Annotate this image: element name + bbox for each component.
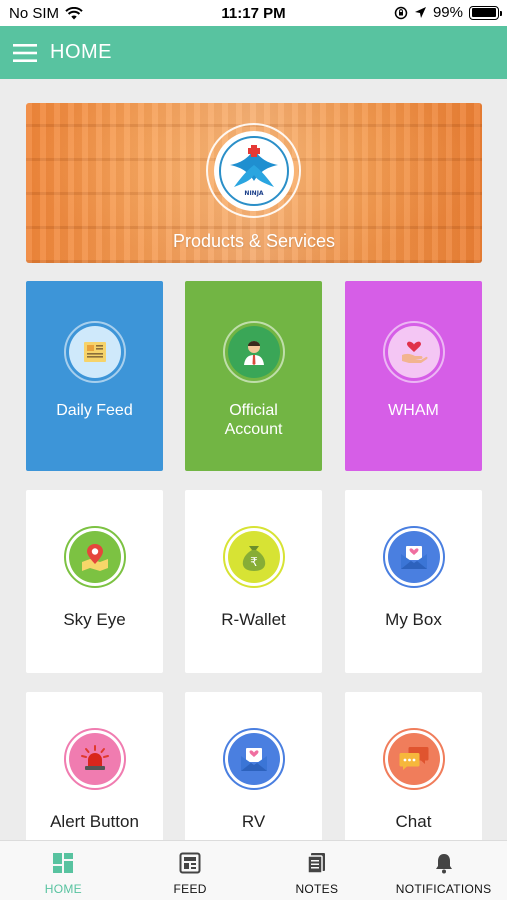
battery-fill <box>471 8 497 17</box>
wham-icon-ring <box>382 321 445 383</box>
home-content: NINJA Products & Services Daily Feed Off… <box>0 79 507 840</box>
daily-feed-icon-ring <box>63 321 126 383</box>
logo-text: NINJA <box>244 190 264 197</box>
nav-notes-label: NOTES <box>295 882 339 896</box>
bottom-navigation: HOME FEED NOTES NOTIFICATIONS <box>0 840 507 900</box>
alert-button-icon-ring <box>63 728 126 790</box>
bell-icon <box>435 854 452 874</box>
newspaper-icon <box>179 852 201 874</box>
nav-feed[interactable]: FEED <box>127 841 254 900</box>
rv-tile[interactable]: RV <box>185 692 322 840</box>
location-arrow-icon <box>414 7 426 18</box>
notes-icon <box>307 853 325 874</box>
r-wallet-label: R-Wallet <box>221 610 286 629</box>
sky-eye-label: Sky Eye <box>63 610 126 629</box>
banner-label: Products & Services <box>172 231 336 251</box>
rotation-lock-icon <box>394 6 408 19</box>
siren-icon <box>68 733 121 785</box>
svg-text:₹: ₹ <box>250 555 258 569</box>
nav-home-label: HOME <box>44 882 82 896</box>
rv-label: RV <box>241 812 266 831</box>
menu-button[interactable] <box>0 26 50 79</box>
heart-hand-icon <box>387 326 440 378</box>
my-box-tile[interactable]: My Box <box>345 490 482 673</box>
my-box-label: My Box <box>385 610 442 629</box>
status-bar: No SIM 11:17 PM 99% <box>0 0 507 26</box>
nav-notifications[interactable]: NOTIFICATIONS <box>380 841 507 900</box>
dashboard-icon <box>53 853 74 873</box>
chat-icon-ring <box>382 728 445 790</box>
alert-button-label: Alert Button <box>50 812 139 831</box>
nav-home[interactable]: HOME <box>0 841 127 900</box>
battery-icon <box>469 5 502 20</box>
banner-logo-ring: NINJA <box>206 123 301 218</box>
daily-feed-tile[interactable]: Daily Feed <box>26 281 163 471</box>
ninja-logo: NINJA <box>213 130 294 211</box>
wham-label: WHAM <box>388 402 439 419</box>
official-account-tile[interactable]: Official Account <box>185 281 322 471</box>
daily-feed-label: Daily Feed <box>56 402 133 419</box>
money-bag-icon: ₹ <box>227 531 280 583</box>
official-account-icon-ring <box>222 321 285 383</box>
products-services-banner[interactable]: NINJA Products & Services <box>26 103 482 263</box>
my-box-icon-ring <box>382 526 445 588</box>
chat-bubbles-icon <box>387 733 440 785</box>
map-pin-icon <box>68 531 121 583</box>
battery-percent: 99% <box>432 4 463 21</box>
chat-label: Chat <box>395 812 432 831</box>
envelope-heart-icon <box>227 733 280 785</box>
chat-tile[interactable]: Chat <box>345 692 482 840</box>
page-title: HOME <box>50 41 112 63</box>
r-wallet-icon-ring: ₹ <box>222 526 285 588</box>
person-icon <box>227 326 280 378</box>
app-bar: HOME <box>0 26 507 79</box>
sky-eye-tile[interactable]: Sky Eye <box>26 490 163 673</box>
sky-eye-icon-ring <box>63 526 126 588</box>
wham-tile[interactable]: WHAM <box>345 281 482 471</box>
official-account-label: Official Account <box>224 402 283 438</box>
ninja-logo-graphic: NINJA <box>218 135 289 206</box>
status-right: 99% <box>394 4 502 21</box>
hamburger-menu-icon <box>13 43 37 62</box>
nav-notes[interactable]: NOTES <box>254 841 381 900</box>
nav-notifications-label: NOTIFICATIONS <box>395 882 492 896</box>
newspaper-icon <box>68 326 121 378</box>
nav-feed-label: FEED <box>173 882 207 896</box>
mail-heart-icon <box>387 531 440 583</box>
alert-button-tile[interactable]: Alert Button <box>26 692 163 840</box>
rv-icon-ring <box>222 728 285 790</box>
r-wallet-tile[interactable]: ₹ R-Wallet <box>185 490 322 673</box>
